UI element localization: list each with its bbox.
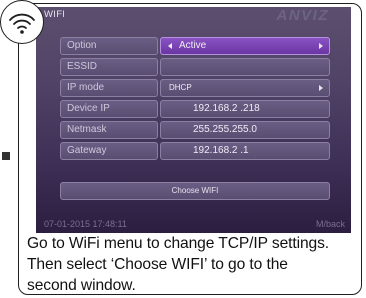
caption-line: second window. <box>27 277 136 294</box>
device-ip-value[interactable]: 192.168.2 .218 <box>160 100 330 118</box>
wifi-icon <box>0 0 44 44</box>
arrow-left-icon[interactable] <box>168 43 172 49</box>
essid-label: ESSID <box>60 58 158 76</box>
row-essid[interactable]: ESSID <box>60 58 330 76</box>
netmask-value[interactable]: 255.255.255.0 <box>160 121 330 139</box>
brand-logo: ANVIZ <box>276 7 329 24</box>
row-ip-mode[interactable]: IP mode DHCP <box>60 79 330 97</box>
option-selector[interactable]: Active <box>160 37 330 55</box>
ip-mode-label: IP mode <box>60 79 158 97</box>
device-screen: WIFI ANVIZ Option Active ESSID IP mode D… <box>36 7 351 233</box>
essid-value[interactable] <box>160 58 330 76</box>
instruction-caption: Go to WiFi menu to change TCP/IP setting… <box>27 233 363 296</box>
ip-mode-value: DHCP <box>169 83 192 92</box>
caption-line: Go to WiFi menu to change TCP/IP setting… <box>27 235 330 252</box>
connector-marker <box>2 152 10 160</box>
gateway-value[interactable]: 192.168.2 .1 <box>160 142 330 160</box>
back-hint: M/back <box>315 219 345 229</box>
choose-wifi-button[interactable]: Choose WIFI <box>60 182 330 200</box>
row-netmask[interactable]: Netmask 255.255.255.0 <box>60 121 330 139</box>
row-option[interactable]: Option Active <box>60 37 330 55</box>
settings-list: Option Active ESSID IP mode DHCP Device … <box>60 37 330 163</box>
device-ip-label: Device IP <box>60 100 158 118</box>
netmask-label: Netmask <box>60 121 158 139</box>
option-value: Active <box>179 40 207 51</box>
screen-title: WIFI <box>44 9 66 20</box>
row-gateway[interactable]: Gateway 192.168.2 .1 <box>60 142 330 160</box>
ip-mode-selector[interactable]: DHCP <box>160 79 330 97</box>
caption-line: Then select ‘Choose WIFI’ to go to the <box>27 256 288 273</box>
arrow-right-icon[interactable] <box>319 85 323 91</box>
status-datetime: 07-01-2015 17:48:11 <box>44 219 127 229</box>
gateway-label: Gateway <box>60 142 158 160</box>
row-device-ip[interactable]: Device IP 192.168.2 .218 <box>60 100 330 118</box>
arrow-right-icon[interactable] <box>319 43 323 49</box>
option-label: Option <box>60 37 158 55</box>
